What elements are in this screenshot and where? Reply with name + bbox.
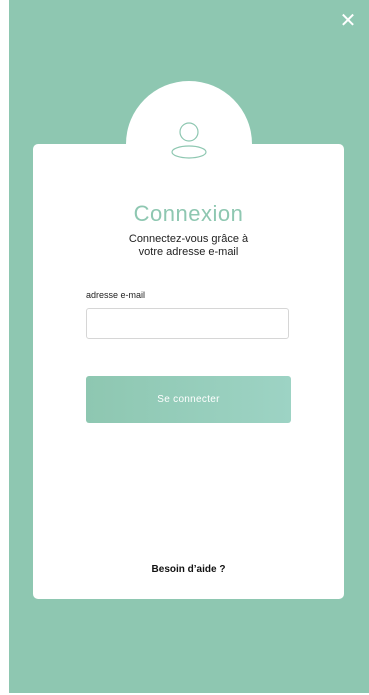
- user-icon: [171, 122, 207, 159]
- close-icon: ✕: [339, 8, 357, 32]
- page-title: Connexion: [133, 201, 244, 226]
- email-field[interactable]: [86, 308, 289, 339]
- login-button[interactable]: Se connecter: [86, 376, 291, 423]
- login-card: Connexion Connectez-vous grâce à votre a…: [33, 144, 344, 599]
- help-link[interactable]: Besoin d’aide ?: [33, 564, 344, 575]
- login-subtitle: Connectez-vous grâce à votre adresse e-m…: [128, 233, 249, 258]
- close-button[interactable]: ✕: [337, 9, 359, 31]
- login-modal-backdrop: ✕ Connexion Connectez-vous grâce à votre…: [9, 0, 369, 693]
- email-field-label: adresse e-mail: [86, 290, 146, 300]
